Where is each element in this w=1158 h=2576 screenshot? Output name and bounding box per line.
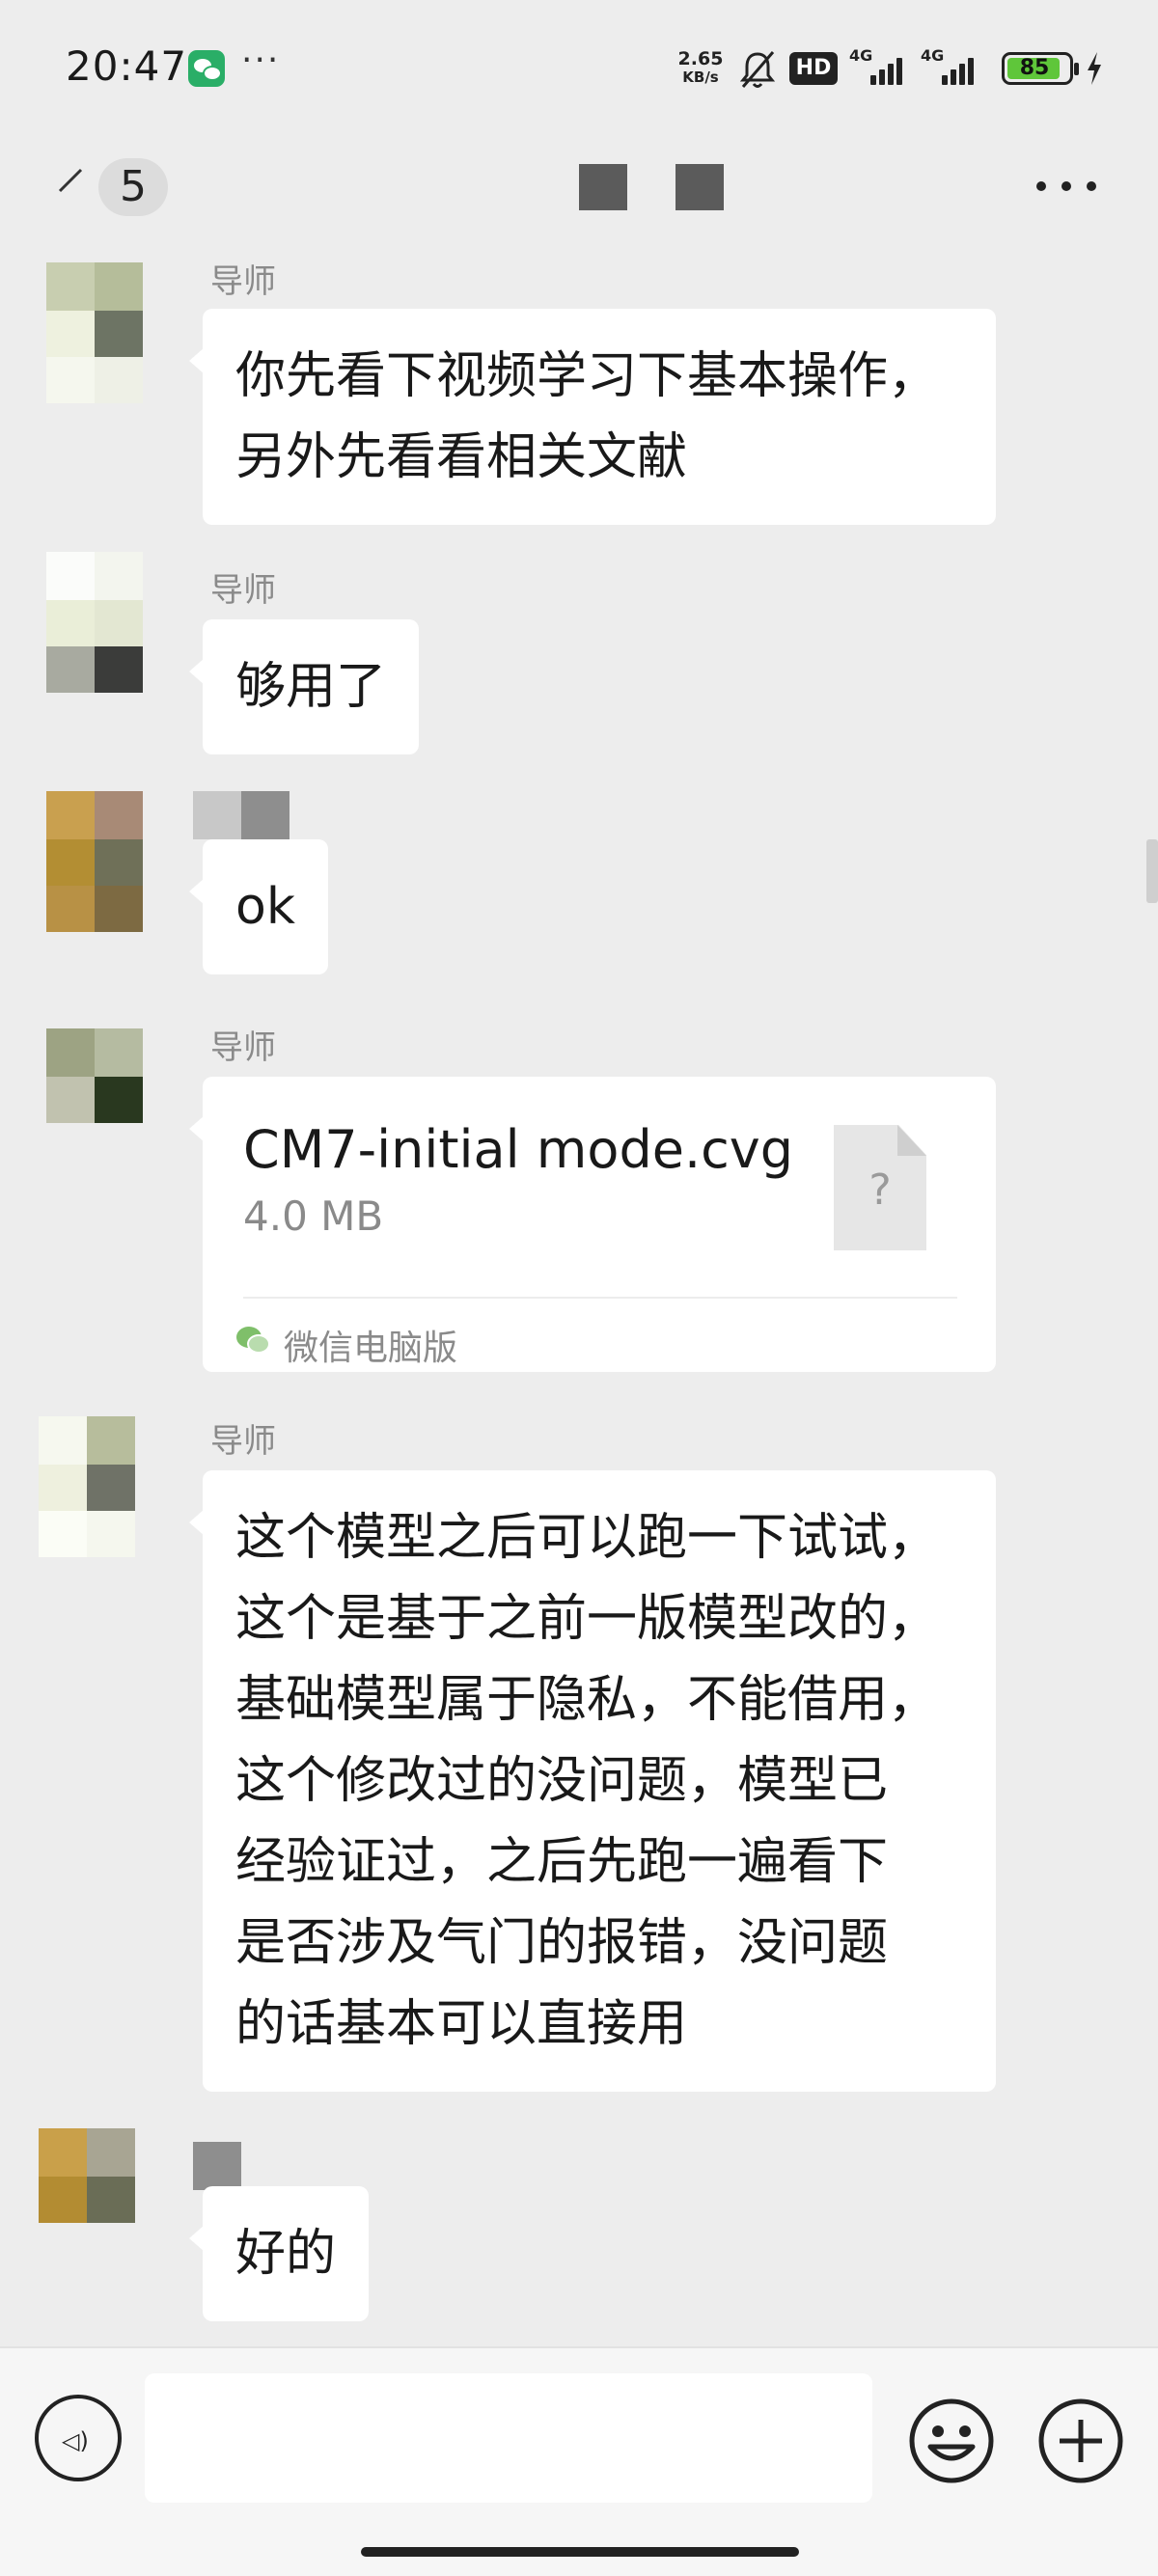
avatar[interactable] [46, 1028, 143, 1169]
bell-muted-icon [739, 51, 776, 88]
sender-name: 导师 [210, 1028, 276, 1067]
signal-icon-1: 4G [849, 46, 903, 89]
voice-icon[interactable]: ◁) [35, 2395, 122, 2481]
unread-count-badge[interactable]: 5 [98, 158, 168, 216]
signal-type-2: 4G [921, 46, 945, 65]
message-line: 的话基本可以直接用 [235, 1995, 688, 2053]
sender-name: 导师 [210, 262, 276, 301]
message-input[interactable] [145, 2373, 872, 2503]
message-line: 基础模型属于隐私，不能借用， [235, 1671, 939, 1729]
plus-icon[interactable] [1036, 2397, 1125, 2485]
status-bar: 20:47 ··· 2.65 KB/s HD 4G 4G 85 [0, 0, 1158, 135]
avatar[interactable] [46, 791, 143, 932]
message-line: 这个修改过的没问题，模型已 [235, 1752, 889, 1810]
message-bubble[interactable]: 你先看下视频学习下基本操作， 另外先看看相关文献 [189, 309, 996, 525]
sender-name: 导师 [210, 1422, 276, 1461]
scrollbar-handle[interactable] [1146, 839, 1158, 903]
file-type-placeholder: ? [868, 1165, 892, 1215]
back-icon[interactable] [56, 166, 85, 195]
avatar[interactable] [39, 2128, 135, 2269]
sender-name: 导师 [210, 571, 276, 610]
message-bubble[interactable]: 这个模型之后可以跑一下试试， 这个是基于之前一版模型改的， 基础模型属于隐私，不… [189, 1470, 996, 2092]
signal-type-1: 4G [849, 46, 873, 65]
chat-title-redacted-2 [676, 164, 724, 210]
file-size: 4.0 MB [243, 1192, 384, 1240]
message-line: 这个模型之后可以跑一下试试， [235, 1509, 939, 1567]
message-line: 另外先看看相关文献 [235, 428, 688, 486]
hd-voice-icon: HD [789, 52, 838, 85]
battery-icon: 85 [1002, 52, 1079, 85]
message-line: 这个是基于之前一版模型改的， [235, 1590, 939, 1648]
chat-title-redacted-1 [579, 164, 627, 210]
file-source-label: 微信电脑版 [284, 1329, 458, 1368]
file-unknown-icon: ? [834, 1125, 926, 1250]
message-bubble[interactable]: 好的 [188, 2186, 370, 2321]
battery-level: 85 [1019, 56, 1050, 80]
avatar[interactable] [46, 262, 143, 403]
status-time: 20:47 [66, 42, 188, 90]
message-line: 好的 [235, 2225, 337, 2283]
emoji-icon[interactable] [907, 2397, 996, 2485]
message-line: 是否涉及气门的报错，没问题 [235, 1914, 889, 1972]
charging-icon [1088, 52, 1101, 85]
avatar[interactable] [46, 552, 143, 693]
network-speed-value: 2.65 [677, 48, 724, 69]
chat-message-list[interactable]: 导师 你先看下视频学习下基本操作， 另外先看看相关文献 导师 够用了 ok 导师… [0, 262, 1158, 2346]
network-speed-unit: KB/s [682, 69, 719, 86]
message-line: 你先看下视频学习下基本操作， [235, 347, 939, 405]
more-notifications-indicator: ··· [241, 41, 281, 80]
message-line: 经验证过，之后先跑一遍看下 [235, 1833, 889, 1891]
avatar[interactable] [39, 1416, 135, 1557]
message-line: 够用了 [235, 658, 387, 716]
message-bubble[interactable]: ok [189, 839, 328, 974]
file-message-card[interactable]: CM7-initial mode.cvg 4.0 MB ? 微信电脑版 [189, 1077, 996, 1372]
divider [243, 1297, 957, 1299]
wechat-pc-icon [236, 1327, 270, 1354]
wechat-notification-icon [188, 50, 225, 87]
message-bubble[interactable]: 够用了 [188, 619, 420, 754]
network-speed: 2.65 KB/s [674, 50, 728, 87]
home-indicator[interactable] [361, 2547, 799, 2557]
message-line: ok [235, 878, 295, 936]
file-name: CM7-initial mode.cvg [243, 1119, 794, 1180]
signal-icon-2: 4G [921, 46, 975, 89]
more-icon[interactable] [1033, 172, 1100, 201]
